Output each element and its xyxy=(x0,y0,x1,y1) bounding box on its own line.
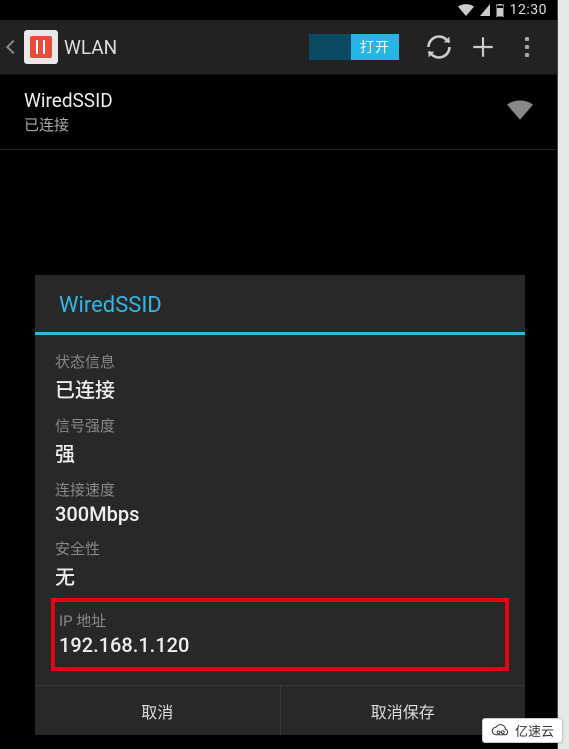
wifi-signal-icon xyxy=(507,100,533,124)
field-ip: IP 地址 192.168.1.120 xyxy=(59,604,501,663)
field-speed: 连接速度 300Mbps xyxy=(55,473,505,532)
highlight-annotation: IP 地址 192.168.1.120 xyxy=(51,598,509,671)
wlan-toggle[interactable]: 打开 xyxy=(309,34,399,60)
field-state-label: 状态信息 xyxy=(55,351,505,372)
dialog-title: WiredSSID xyxy=(35,275,525,335)
field-security: 安全性 无 xyxy=(55,532,505,596)
cloud-icon xyxy=(491,724,511,738)
field-ip-value: 192.168.1.120 xyxy=(59,633,501,657)
field-security-value: 无 xyxy=(55,561,505,590)
field-state-value: 已连接 xyxy=(55,374,505,403)
network-item[interactable]: WiredSSID 已连接 xyxy=(0,75,557,150)
status-bar: 12:30 xyxy=(0,0,557,20)
cancel-button[interactable]: 取消 xyxy=(35,686,280,735)
app-icon[interactable] xyxy=(24,30,58,64)
field-speed-label: 连接速度 xyxy=(55,479,505,500)
field-speed-value: 300Mbps xyxy=(55,502,505,526)
status-time: 12:30 xyxy=(510,2,547,18)
network-ssid: WiredSSID xyxy=(24,89,507,112)
back-icon[interactable] xyxy=(6,40,20,54)
network-status: 已连接 xyxy=(24,114,507,135)
watermark-text: 亿速云 xyxy=(515,721,554,740)
page-title: WLAN xyxy=(64,36,117,59)
dialog-buttons: 取消 取消保存 xyxy=(35,685,525,735)
network-dialog: WiredSSID 状态信息 已连接 信号强度 强 连接速度 300Mbps 安… xyxy=(35,275,525,735)
refresh-button[interactable] xyxy=(417,25,461,69)
watermark: 亿速云 xyxy=(482,718,563,743)
signal-icon xyxy=(480,4,490,16)
phone-screen: 12:30 WLAN 打开 WiredSSID xyxy=(0,0,558,749)
field-signal-label: 信号强度 xyxy=(55,415,505,436)
field-state: 状态信息 已连接 xyxy=(55,345,505,409)
battery-icon xyxy=(496,4,504,17)
field-ip-label: IP 地址 xyxy=(59,610,501,631)
field-security-label: 安全性 xyxy=(55,538,505,559)
add-button[interactable] xyxy=(461,25,505,69)
dialog-body: 状态信息 已连接 信号强度 强 连接速度 300Mbps 安全性 无 IP 地址… xyxy=(35,335,525,685)
action-bar: WLAN 打开 xyxy=(0,20,557,75)
field-signal-value: 强 xyxy=(55,438,505,467)
wlan-toggle-label: 打开 xyxy=(351,34,399,60)
field-signal: 信号强度 强 xyxy=(55,409,505,473)
wifi-icon xyxy=(458,4,474,16)
overflow-menu-button[interactable] xyxy=(505,25,549,69)
